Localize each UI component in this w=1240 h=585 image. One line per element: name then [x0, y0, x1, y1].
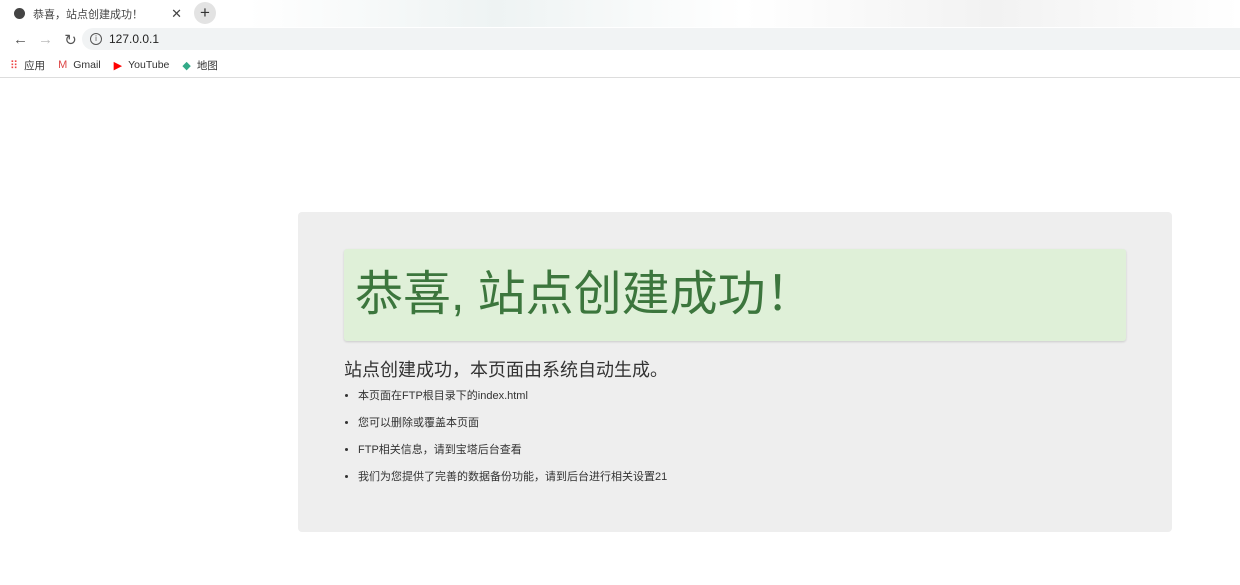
apps-grid-icon: ⠿ [10, 59, 19, 72]
back-icon[interactable]: ← [8, 31, 33, 48]
tab-strip: 恭喜，站点创建成功！ ✕ + [0, 0, 1240, 27]
list-item: 您可以删除或覆盖本页面 [358, 416, 667, 443]
bookmark-label: YouTube [128, 59, 170, 71]
info-list: 本页面在FTP根目录下的index.html 您可以删除或覆盖本页面 FTP相关… [358, 389, 667, 497]
maps-icon: ◆ [182, 59, 191, 72]
info-icon[interactable]: i [90, 33, 102, 45]
success-banner: 恭喜, 站点创建成功！ [344, 249, 1126, 341]
bookmark-gmail[interactable]: M Gmail [58, 59, 101, 71]
close-tab-icon[interactable]: ✕ [171, 6, 182, 22]
subtitle: 站点创建成功，本页面由系统自动生成。 [344, 360, 668, 380]
bookmark-apps[interactable]: ⠿ 应用 [10, 58, 45, 73]
globe-icon [14, 8, 25, 19]
list-item: FTP相关信息，请到宝塔后台查看 [358, 443, 667, 470]
bookmark-maps[interactable]: ◆ 地图 [182, 58, 217, 73]
bookmark-label: 地图 [196, 59, 218, 72]
reload-icon[interactable]: ↻ [58, 31, 83, 49]
bookmarks-bar: ⠿ 应用 M Gmail ▶ YouTube ◆ 地图 [0, 53, 1240, 78]
new-tab-button[interactable]: + [194, 2, 216, 24]
forward-icon[interactable]: → [33, 31, 58, 48]
bookmark-label: Gmail [73, 59, 101, 71]
list-item: 本页面在FTP根目录下的index.html [358, 389, 667, 416]
gmail-icon: M [58, 59, 68, 71]
bookmark-youtube[interactable]: ▶ YouTube [114, 59, 170, 72]
content-card: 恭喜, 站点创建成功！ 站点创建成功，本页面由系统自动生成。 本页面在FTP根目… [298, 212, 1172, 532]
tab-title: 恭喜，站点创建成功！ [33, 8, 143, 21]
address-bar[interactable]: i 127.0.0.1 [82, 28, 1240, 50]
url-text: 127.0.0.1 [109, 32, 160, 46]
list-item: 我们为您提供了完善的数据备份功能，请到后台进行相关设置21 [358, 470, 667, 497]
bookmark-label: 应用 [24, 59, 46, 72]
youtube-icon: ▶ [113, 59, 123, 72]
browser-tab[interactable]: 恭喜，站点创建成功！ ✕ [0, 0, 190, 27]
